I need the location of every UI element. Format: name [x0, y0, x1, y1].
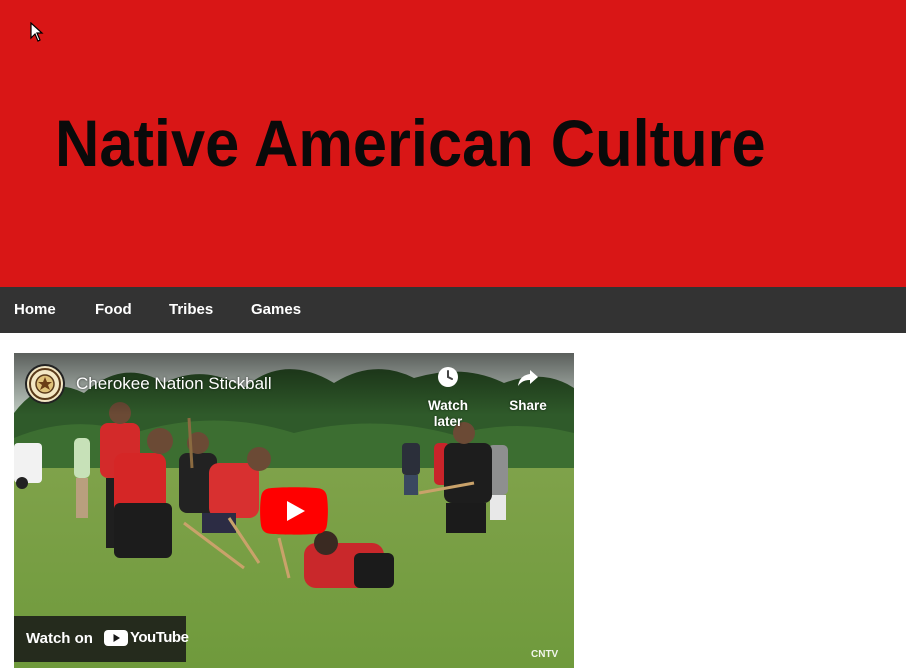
youtube-logo-icon — [104, 630, 128, 646]
channel-logo[interactable] — [25, 364, 65, 404]
nav-item-games[interactable]: Games — [251, 287, 301, 333]
watch-later-button[interactable]: Watch later — [412, 365, 484, 430]
main-nav: Home Food Tribes Games — [0, 287, 906, 333]
nav-item-tribes[interactable]: Tribes — [169, 287, 213, 333]
share-arrow-icon — [518, 370, 538, 386]
watch-later-label: Watch later — [428, 398, 468, 429]
site-title: Native American Culture — [55, 106, 766, 180]
play-icon — [260, 487, 328, 535]
watch-on-label: Watch on — [26, 630, 93, 647]
channel-watermark: CNTV — [531, 649, 559, 660]
nav-item-food[interactable]: Food — [95, 287, 132, 333]
share-button[interactable]: Share — [506, 365, 550, 414]
mouse-cursor-icon — [30, 22, 44, 42]
nav-item-home[interactable]: Home — [14, 287, 56, 333]
play-button[interactable] — [260, 487, 328, 535]
clock-icon — [438, 367, 458, 387]
video-embed[interactable]: Cherokee Nation Stickball Watch later Sh… — [14, 353, 574, 668]
seal-icon — [29, 368, 61, 400]
share-label: Share — [509, 398, 547, 413]
site-header: Native American Culture — [0, 0, 906, 287]
video-title[interactable]: Cherokee Nation Stickball — [76, 373, 272, 395]
youtube-wordmark: YouTube — [130, 629, 189, 646]
watch-on-youtube-button[interactable]: Watch on YouTube — [14, 616, 189, 662]
